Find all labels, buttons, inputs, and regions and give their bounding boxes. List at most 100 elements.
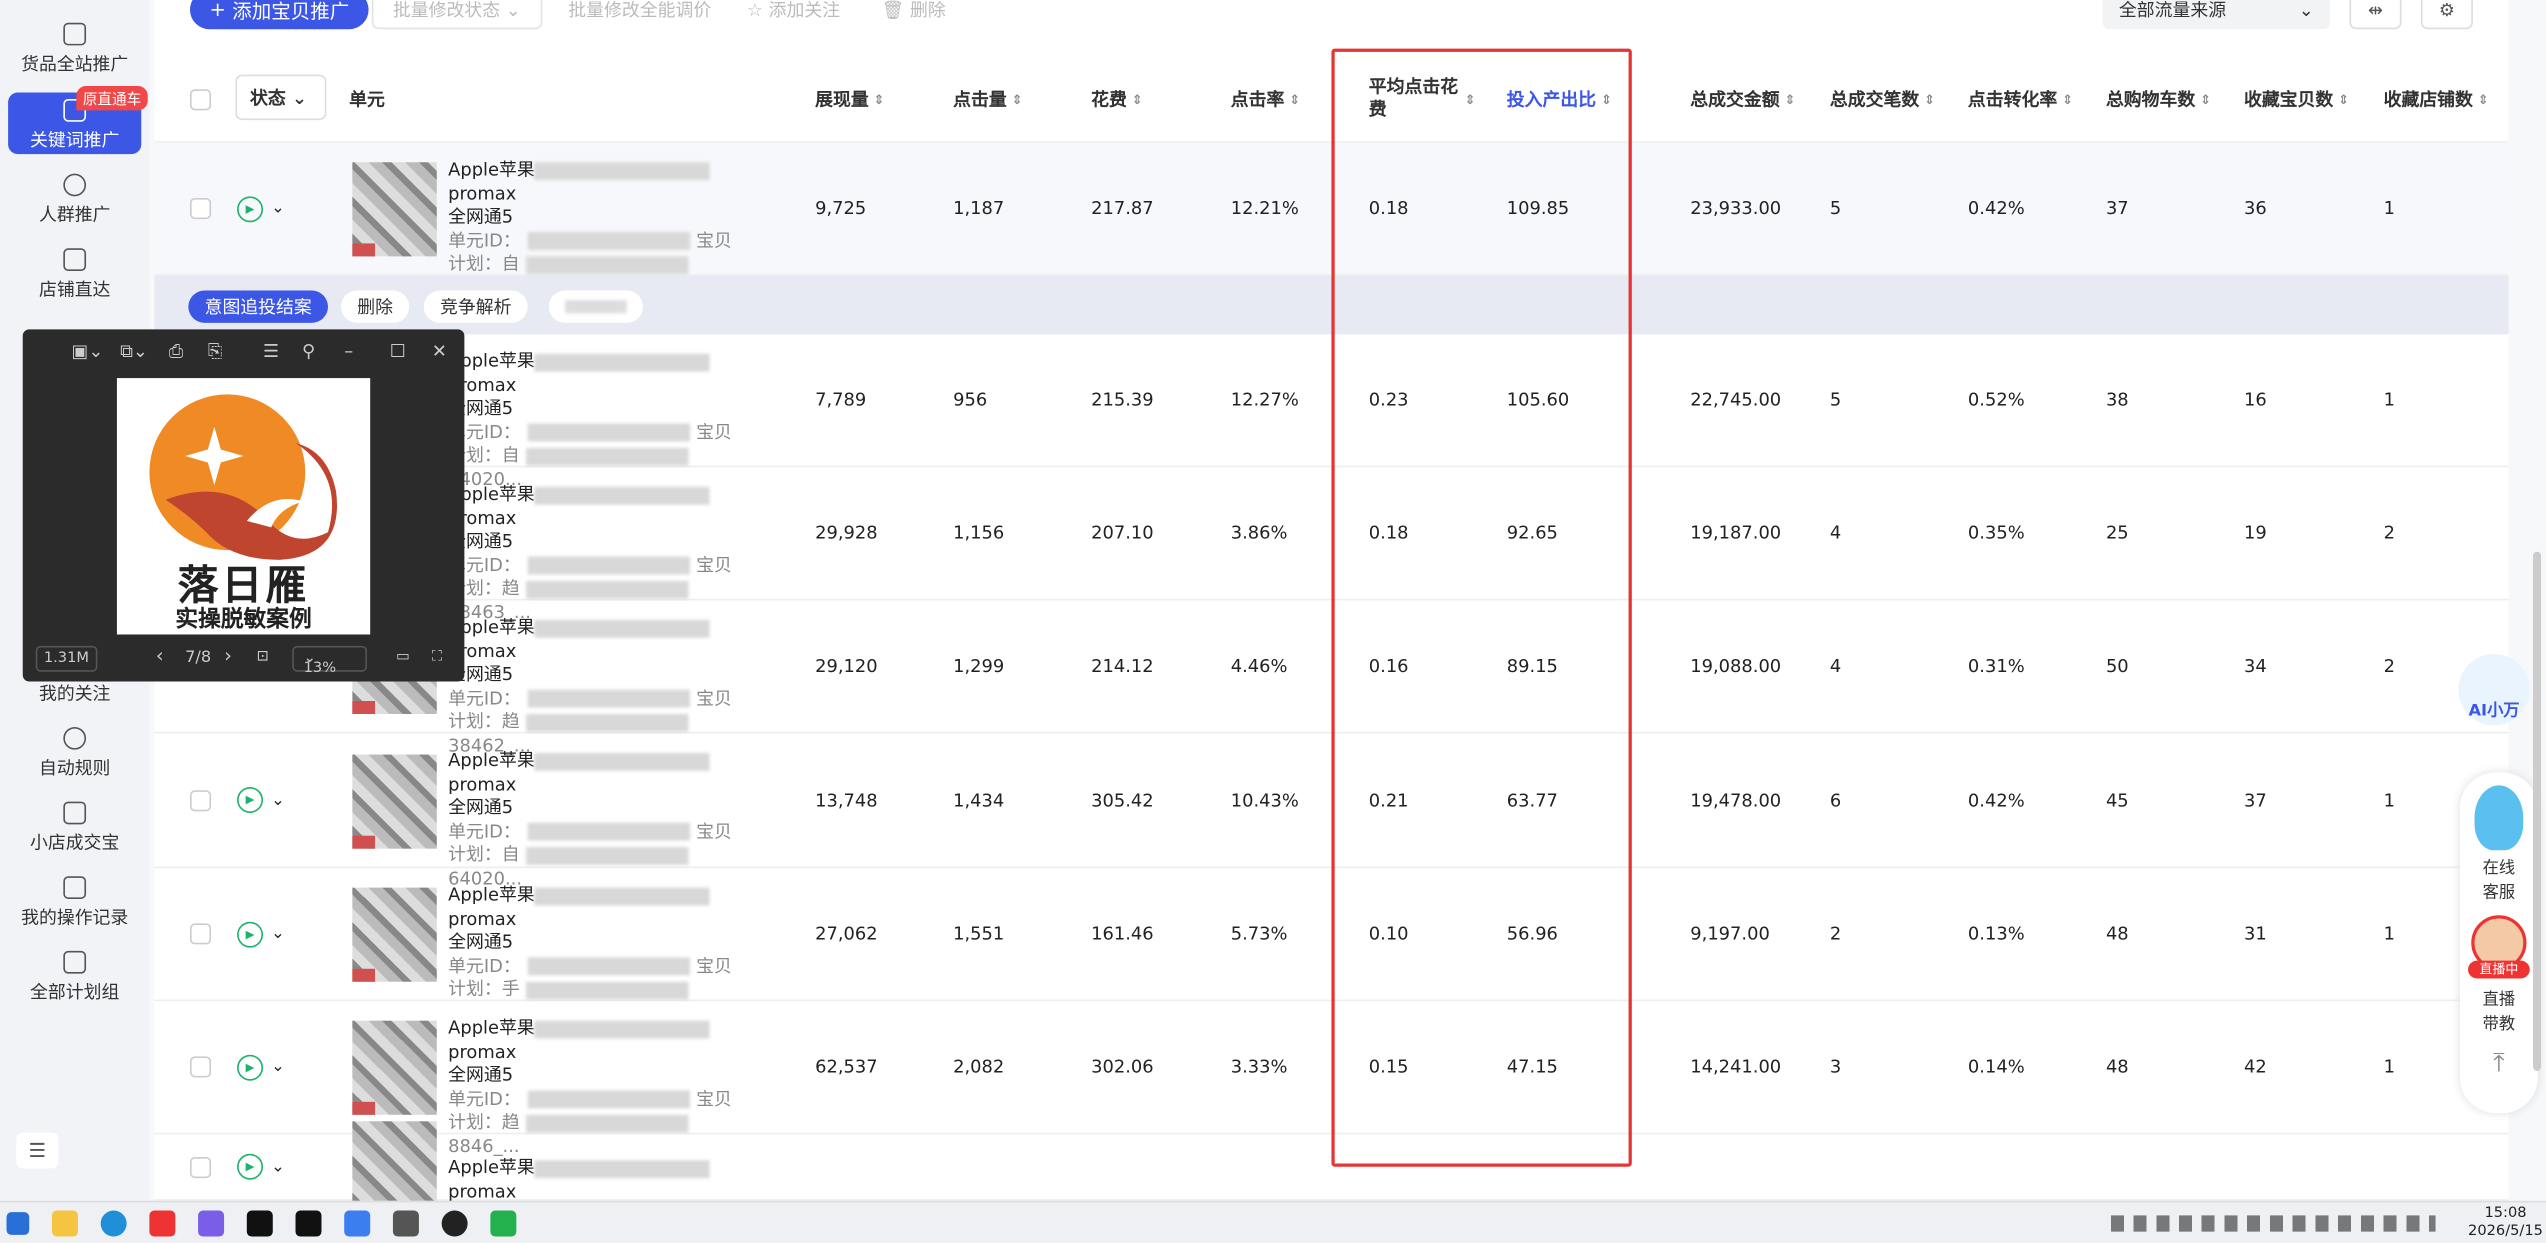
image-viewer-window[interactable]: ▣⌄ ⧉⌄ ⎙ ⎘ ☰ ⚲ – ☐ ✕ 落日雁 实操脱敏案例 1.31M ‹ 7…: [22, 329, 465, 682]
nav-item-store[interactable]: 小店成交宝: [8, 801, 141, 856]
chevron-down-icon[interactable]: ⌄: [271, 200, 285, 218]
batch-bid-button[interactable]: 批量修改全能调价: [568, 0, 711, 29]
share-icon[interactable]: ⎘: [208, 341, 222, 364]
col-clicks[interactable]: 点击量 ⇕: [953, 55, 1024, 143]
add-item-button[interactable]: + 添加宝贝推广: [189, 0, 369, 30]
edge-icon[interactable]: [100, 1210, 127, 1237]
row-checkbox[interactable]: [189, 143, 212, 274]
nav-item-records[interactable]: 我的操作记录: [8, 876, 141, 930]
row-checkbox[interactable]: [189, 733, 212, 866]
blurred-button[interactable]: [548, 290, 643, 323]
next-icon[interactable]: ›: [224, 644, 232, 667]
row-checkbox[interactable]: [189, 1001, 212, 1132]
row-status-toggle[interactable]: ▶ ⌄: [237, 1001, 285, 1132]
col-cost[interactable]: 花费 ⇕: [1091, 55, 1145, 143]
nav-item-groups[interactable]: 全部计划组: [8, 950, 141, 1005]
chevron-down-icon[interactable]: ⌄: [271, 1058, 285, 1076]
image-icon[interactable]: ▣⌄: [71, 341, 103, 362]
col-impressions[interactable]: 展现量 ⇕: [815, 55, 886, 143]
col-fav-item[interactable]: 收藏宝贝数 ⇕: [2244, 55, 2351, 143]
wps-icon[interactable]: [149, 1210, 176, 1237]
product-name[interactable]: Apple苹果promax 全网通5 单元ID： 宝贝 计划：手: [448, 884, 765, 1002]
nav-item-crowd[interactable]: 人群推广: [8, 173, 141, 228]
nav-item-follow[interactable]: 我的关注: [8, 680, 141, 706]
actual-size-icon[interactable]: ⊡: [257, 649, 269, 665]
col-ctr[interactable]: 点击率 ⇕: [1231, 55, 1302, 143]
scrollbar[interactable]: [2532, 551, 2542, 1071]
product-name[interactable]: Apple苹果promax: [448, 1157, 765, 1204]
online-service-button[interactable]: 在线客服: [2476, 854, 2521, 902]
row-checkbox[interactable]: [189, 1134, 212, 1199]
col-cart[interactable]: 总购物车数 ⇕: [2106, 55, 2213, 143]
pin-icon[interactable]: ⚲: [302, 341, 315, 362]
windows-start-icon[interactable]: [6, 1212, 30, 1235]
nav-item-rules[interactable]: 自动规则: [8, 726, 141, 781]
wechat-icon[interactable]: [490, 1210, 517, 1237]
chevron-down-icon[interactable]: ⌄: [271, 925, 285, 943]
col-fav-shop[interactable]: 收藏店铺数 ⇕: [2384, 55, 2491, 143]
cell-gmv: 14,241.00: [1690, 1056, 1782, 1078]
checkbox[interactable]: [189, 1056, 212, 1078]
clock: 15:08 2026/5/15: [2468, 1205, 2543, 1240]
prev-icon[interactable]: ‹: [156, 644, 164, 667]
back-to-top-icon[interactable]: ⤒: [2460, 1047, 2538, 1079]
status-filter[interactable]: 状态 ⌄: [235, 74, 327, 121]
minimize-icon[interactable]: –: [344, 341, 353, 362]
menu-icon[interactable]: ☰: [263, 341, 279, 362]
intent-followup-button[interactable]: 意图追投结案: [188, 290, 328, 323]
chevron-down-icon[interactable]: ⌄: [271, 1158, 285, 1176]
nav-item-goods[interactable]: 货品全站推广: [8, 22, 141, 77]
app-icon[interactable]: [198, 1210, 225, 1237]
play-icon[interactable]: ▶: [237, 787, 264, 813]
col-cvr[interactable]: 点击转化率 ⇕: [1968, 55, 2075, 143]
zoom-select[interactable]: 13% ⌄: [292, 645, 367, 677]
title-part: Apple苹果: [448, 1156, 535, 1179]
checkbox[interactable]: [189, 1156, 212, 1178]
app-icon[interactable]: [246, 1210, 273, 1237]
batch-status-select[interactable]: 批量修改状态 ⌄: [371, 0, 542, 30]
maximize-icon[interactable]: ☐: [390, 341, 406, 362]
cell-ctr: 12.27%: [1230, 389, 1299, 411]
print-icon[interactable]: ⎙: [169, 341, 183, 364]
row-checkbox[interactable]: [189, 868, 212, 999]
checkbox[interactable]: [189, 923, 212, 945]
play-icon[interactable]: ▶: [237, 1153, 264, 1180]
compete-analysis-button[interactable]: 竞争解析: [423, 290, 528, 323]
close-icon[interactable]: ✕: [432, 341, 447, 362]
play-icon[interactable]: ▶: [237, 1053, 264, 1080]
follow-button[interactable]: ☆ 添加关注: [747, 0, 840, 29]
nav-item-keyword[interactable]: 关键词推广 原直通车: [8, 86, 148, 155]
cell-cost: 302.06: [1091, 1056, 1154, 1078]
qq-icon[interactable]: [441, 1210, 468, 1237]
row-status-toggle[interactable]: ▶ ⌄: [237, 1134, 285, 1199]
play-icon[interactable]: ▶: [237, 920, 264, 947]
fullscreen-icon[interactable]: ⛶: [432, 649, 442, 665]
col-orders[interactable]: 总成交笔数 ⇕: [1830, 55, 1937, 143]
unit-type: 宝贝: [696, 421, 732, 443]
collapse-icon[interactable]: ☰: [16, 1132, 59, 1169]
traffic-source-select[interactable]: 全部流量来源 ⌄: [2102, 0, 2331, 30]
live-teaching-button[interactable]: 直播带教: [2476, 985, 2521, 1033]
gear-icon[interactable]: ⚙: [2420, 0, 2473, 30]
calculator-icon[interactable]: [392, 1210, 419, 1237]
folder-icon[interactable]: [51, 1210, 78, 1237]
fit-width-icon[interactable]: ⇹: [2349, 0, 2402, 30]
app-icon[interactable]: [344, 1210, 371, 1237]
nav-item-shop[interactable]: 店铺直达: [8, 248, 141, 302]
checkbox[interactable]: [189, 197, 212, 220]
col-gmv[interactable]: 总成交金额 ⇕: [1690, 55, 1797, 143]
tiktok-icon[interactable]: [295, 1210, 322, 1237]
row-status-toggle[interactable]: ▶ ⌄: [237, 733, 285, 866]
play-icon[interactable]: ▶: [237, 195, 264, 222]
delete-button[interactable]: 🗑 删除: [882, 0, 946, 29]
fit-icon[interactable]: ▭: [396, 649, 410, 665]
row-status-toggle[interactable]: ▶ ⌄: [237, 143, 285, 274]
tray-icons[interactable]: [2110, 1215, 2436, 1232]
chevron-down-icon[interactable]: ⌄: [271, 791, 285, 809]
select-all-checkbox[interactable]: [189, 55, 212, 143]
ai-assistant-button[interactable]: AI小万: [2458, 653, 2530, 726]
row-status-toggle[interactable]: ▶ ⌄: [237, 868, 285, 999]
row-delete-button[interactable]: 删除: [340, 290, 410, 323]
checkbox[interactable]: [189, 789, 212, 811]
crop-icon[interactable]: ⧉⌄: [120, 341, 148, 364]
